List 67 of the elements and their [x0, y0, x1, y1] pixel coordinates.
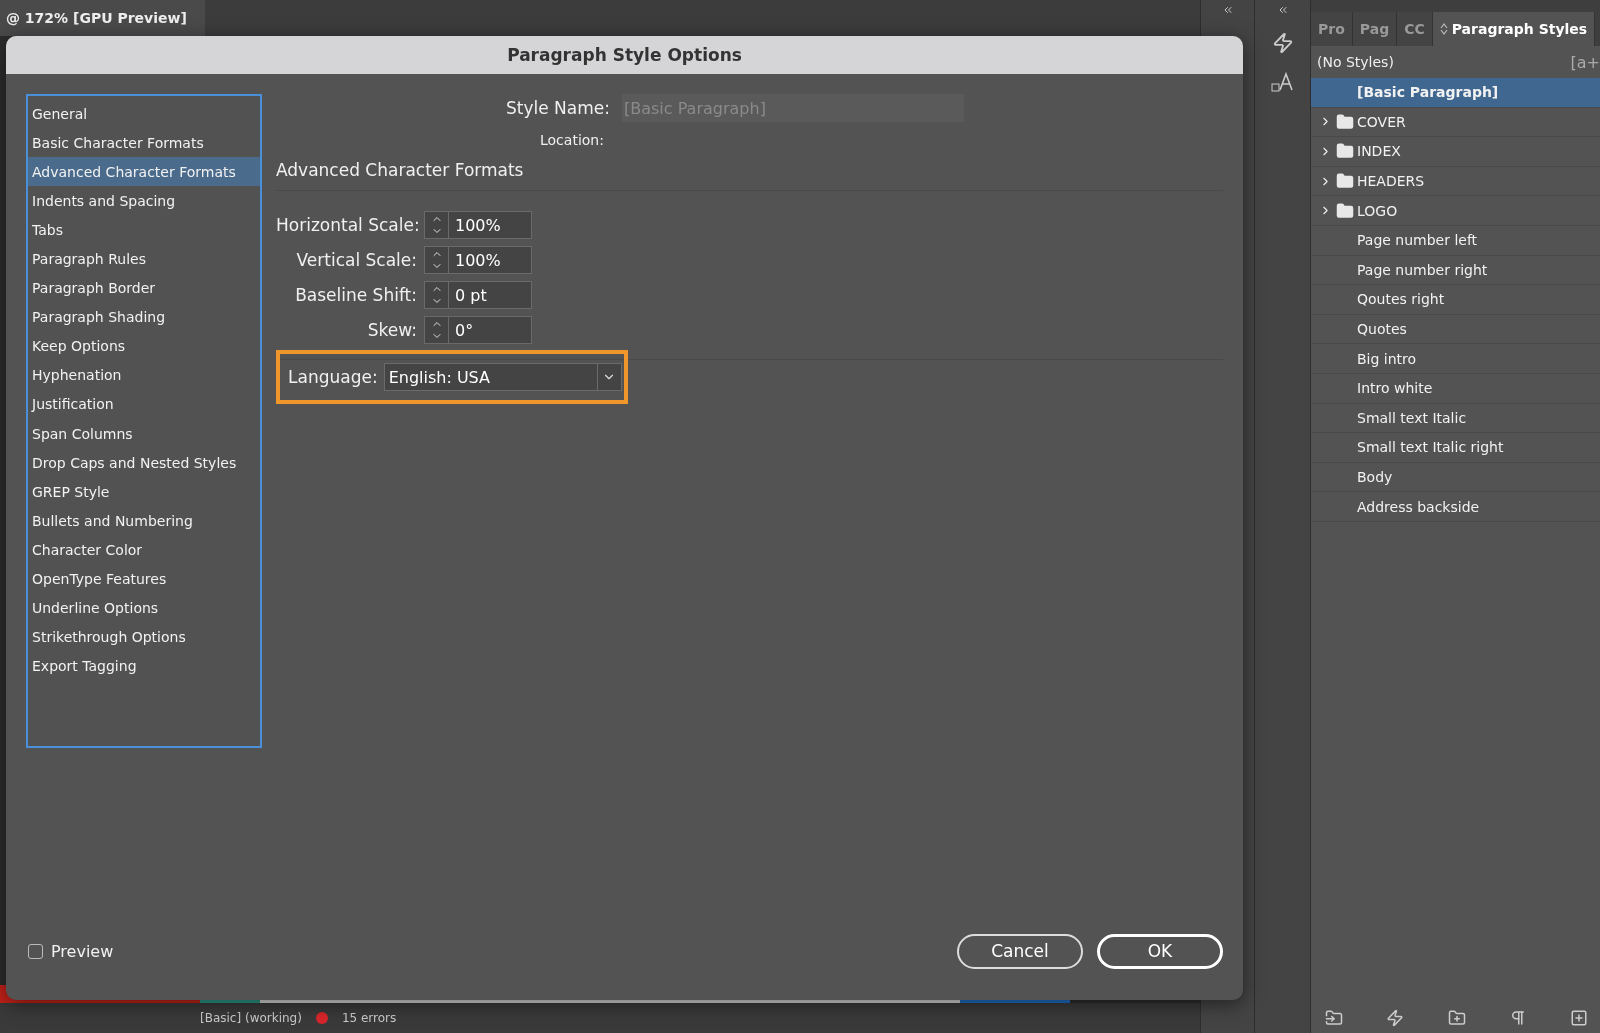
category-item[interactable]: Justification	[28, 389, 260, 420]
category-item[interactable]: Indents and Spacing	[28, 186, 260, 216]
panel-tab[interactable]: Paragraph Styles	[1432, 12, 1596, 46]
style-row[interactable]: Quotes	[1311, 314, 1600, 345]
style-row[interactable]: Page number left	[1311, 225, 1600, 256]
category-item[interactable]: Basic Character Formats	[28, 128, 260, 158]
spinner-field[interactable]: 0°	[424, 316, 532, 344]
spinner-field[interactable]: 0 pt	[424, 281, 532, 309]
category-item[interactable]: Tabs	[28, 215, 260, 245]
category-item[interactable]: GREP Style	[28, 477, 260, 507]
style-row[interactable]: LOGO	[1311, 196, 1600, 226]
error-dot-icon	[315, 1012, 328, 1024]
style-row[interactable]: Body	[1311, 462, 1600, 493]
category-item[interactable]: Drop Caps and Nested Styles	[28, 448, 260, 478]
style-row[interactable]: COVER	[1311, 107, 1600, 138]
preview-checkbox[interactable]: Preview	[28, 941, 114, 961]
language-label: Language:	[288, 367, 378, 387]
style-row[interactable]: [Basic Paragraph]	[1311, 78, 1600, 108]
spinner-field[interactable]: 100%	[424, 211, 532, 239]
folder-icon	[1336, 201, 1354, 220]
style-row[interactable]: Page number right	[1311, 255, 1600, 286]
style-row[interactable]: Big intro	[1311, 344, 1600, 374]
sort-arrows-icon[interactable]	[1439, 23, 1448, 35]
category-item[interactable]: Strikethrough Options	[28, 622, 260, 652]
category-item[interactable]: Hyphenation	[28, 360, 260, 390]
location-label: Location:	[540, 132, 604, 148]
style-row[interactable]: Address backside	[1311, 492, 1600, 522]
category-item[interactable]: Underline Options	[28, 593, 260, 623]
category-item[interactable]: OpenType Features	[28, 564, 260, 594]
folder-icon	[1336, 142, 1354, 161]
spinner-field[interactable]: 100%	[424, 246, 532, 274]
folder-icon	[1336, 172, 1354, 191]
field-label: Horizontal Scale:	[276, 215, 417, 235]
category-item[interactable]: Span Columns	[28, 419, 260, 449]
language-dropdown[interactable]: English: USA	[383, 363, 622, 391]
import-icon[interactable]	[1325, 1009, 1343, 1027]
new-group-icon[interactable]	[1447, 1009, 1466, 1027]
lightning-icon[interactable]	[1386, 1009, 1405, 1027]
category-item[interactable]: Bullets and Numbering	[28, 506, 260, 536]
style-row[interactable]: Small text Italic	[1311, 403, 1600, 434]
ok-button[interactable]: OK	[1097, 933, 1223, 969]
section-title: Advanced Character Formats	[276, 160, 1223, 191]
style-row[interactable]: Qoutes right	[1311, 285, 1600, 315]
no-styles-label: (No Styles)	[1317, 54, 1394, 70]
errors-label[interactable]: 15 errors	[341, 1011, 397, 1025]
field-label: Skew:	[366, 320, 417, 340]
category-item[interactable]: Paragraph Border	[28, 273, 260, 303]
profile-label[interactable]: [Basic] (working)	[200, 1011, 302, 1025]
category-item[interactable]: Paragraph Shading	[28, 302, 260, 332]
category-item[interactable]: Paragraph Rules	[28, 244, 260, 274]
new-style-icon[interactable]	[1570, 1009, 1588, 1027]
category-item[interactable]: General	[28, 99, 260, 129]
document-tab[interactable]: @ 172% [GPU Preview]	[0, 0, 205, 36]
style-row[interactable]: Small text Italic right	[1311, 433, 1600, 463]
field-label: Vertical Scale:	[295, 250, 417, 270]
category-item[interactable]: Character Color	[28, 535, 260, 565]
style-row[interactable]: Intro white	[1311, 373, 1600, 404]
folder-icon	[1336, 112, 1354, 131]
category-item[interactable]: Advanced Character Formats	[28, 157, 260, 187]
cancel-button[interactable]: Cancel	[957, 933, 1083, 969]
style-row[interactable]: HEADERS	[1311, 166, 1600, 197]
style-row[interactable]: INDEX	[1311, 137, 1600, 167]
style-name-label: Style Name:	[506, 98, 610, 118]
dialog-title: Paragraph Style Options	[6, 36, 1243, 74]
category-item[interactable]: Keep Options	[28, 331, 260, 361]
category-item[interactable]: Export Tagging	[28, 651, 260, 681]
field-label: Baseline Shift:	[294, 285, 417, 305]
